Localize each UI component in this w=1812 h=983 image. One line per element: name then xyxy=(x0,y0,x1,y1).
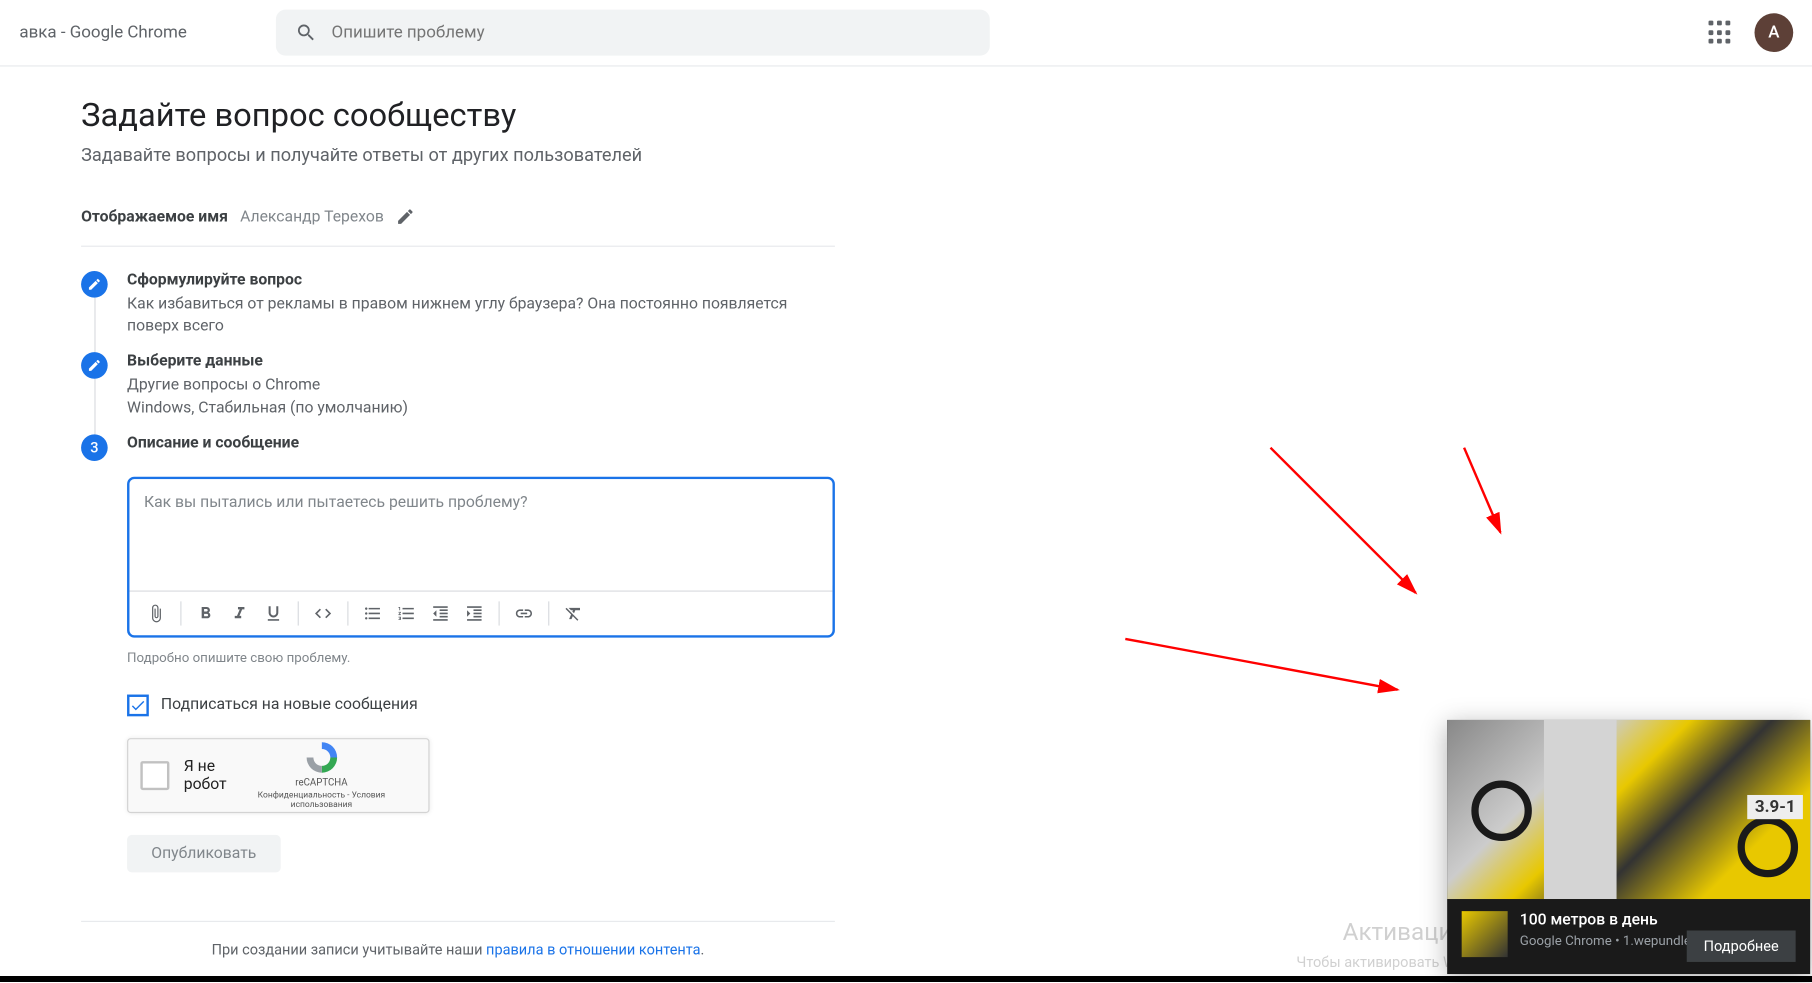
numbered-list-icon xyxy=(397,603,416,622)
clear-format-icon xyxy=(564,603,583,622)
numbered-list-button[interactable] xyxy=(392,599,421,628)
publish-button[interactable]: Опубликовать xyxy=(127,835,280,873)
pencil-icon xyxy=(87,277,102,292)
step-2[interactable]: Выберите данные Другие вопросы о Chrome … xyxy=(81,353,835,420)
clear-format-button[interactable] xyxy=(559,599,588,628)
link-button[interactable] xyxy=(509,599,538,628)
page-subtitle: Задавайте вопросы и получайте ответы от … xyxy=(81,144,835,166)
indent-decrease-icon xyxy=(431,603,450,622)
notification-more-button[interactable]: Подробнее xyxy=(1687,930,1796,961)
app-title: авка - Google Chrome xyxy=(19,23,261,42)
paperclip-icon xyxy=(146,603,165,622)
editor-help-text: Подробно опишите свою проблему. xyxy=(127,649,835,665)
edit-icon[interactable] xyxy=(396,207,415,226)
display-name-row: Отображаемое имя Александр Терехов xyxy=(81,195,835,247)
step-2-title: Выберите данные xyxy=(127,353,835,371)
notification-image: 3.9-1 xyxy=(1447,720,1810,899)
indent-increase-button[interactable] xyxy=(460,599,489,628)
taskbar[interactable] xyxy=(0,976,1812,982)
steps: Сформулируйте вопрос Как избавиться от р… xyxy=(81,271,835,872)
avatar[interactable]: A xyxy=(1755,13,1794,52)
display-name-value: Александр Терехов xyxy=(240,208,384,226)
footer-note: При создании записи учитывайте наши прав… xyxy=(81,921,835,978)
pencil-icon xyxy=(87,359,102,374)
bold-icon xyxy=(196,603,215,622)
search-box[interactable] xyxy=(276,10,990,56)
notification-thumbnail xyxy=(1462,911,1508,957)
header: авка - Google Chrome A xyxy=(0,0,1812,67)
recaptcha-logo: reCAPTCHA Конфиденциальность - Условия и… xyxy=(227,741,417,810)
subscribe-checkbox[interactable] xyxy=(127,694,149,716)
subscribe-row: Подписаться на новые сообщения xyxy=(127,694,835,716)
recaptcha-checkbox[interactable] xyxy=(140,761,169,790)
page-title: Задайте вопрос сообществу xyxy=(81,96,835,135)
underline-icon xyxy=(264,603,283,622)
recaptcha: Я не робот reCAPTCHA Конфиденциальность … xyxy=(127,738,430,813)
description-textarea[interactable] xyxy=(129,479,832,585)
indent-decrease-button[interactable] xyxy=(426,599,455,628)
display-name-label: Отображаемое имя xyxy=(81,208,228,226)
subscribe-label: Подписаться на новые сообщения xyxy=(161,696,418,714)
step-2-text1: Другие вопросы о Chrome xyxy=(127,376,835,398)
ad-notification[interactable]: 3.9-1 100 метров в день Google Chrome • … xyxy=(1447,720,1810,974)
bold-button[interactable] xyxy=(191,599,220,628)
search-icon xyxy=(295,22,317,44)
code-icon xyxy=(313,603,332,622)
bullet-list-button[interactable] xyxy=(358,599,387,628)
link-icon xyxy=(514,603,533,622)
apps-icon[interactable] xyxy=(1706,18,1735,47)
editor-box xyxy=(127,476,835,637)
notification-image-label: 3.9-1 xyxy=(1748,795,1803,819)
code-button[interactable] xyxy=(309,599,338,628)
step-badge-complete xyxy=(81,353,108,380)
italic-button[interactable] xyxy=(225,599,254,628)
italic-icon xyxy=(230,603,249,622)
step-badge-current: 3 xyxy=(81,434,108,461)
check-icon xyxy=(129,697,146,714)
underline-button[interactable] xyxy=(259,599,288,628)
step-1-title: Сформулируйте вопрос xyxy=(127,271,835,289)
main-content: Задайте вопрос сообществу Задавайте вопр… xyxy=(0,67,835,978)
content-rules-link[interactable]: правила в отношении контента xyxy=(486,941,700,958)
bullet-list-icon xyxy=(363,603,382,622)
step-3-title: Описание и сообщение xyxy=(127,434,835,452)
step-2-text2: Windows, Стабильная (по умолчанию) xyxy=(127,398,835,420)
indent-increase-icon xyxy=(465,603,484,622)
step-badge-complete xyxy=(81,271,108,298)
editor-toolbar xyxy=(129,590,832,635)
attach-button[interactable] xyxy=(142,599,171,628)
recaptcha-label: Я не робот xyxy=(184,757,227,793)
notification-title: 100 метров в день xyxy=(1520,911,1796,929)
search-input[interactable] xyxy=(332,23,971,42)
step-1[interactable]: Сформулируйте вопрос Как избавиться от р… xyxy=(81,271,835,338)
recaptcha-icon xyxy=(304,741,338,775)
step-1-text: Как избавиться от рекламы в правом нижне… xyxy=(127,294,835,338)
step-3: 3 Описание и сообщение xyxy=(81,434,835,872)
